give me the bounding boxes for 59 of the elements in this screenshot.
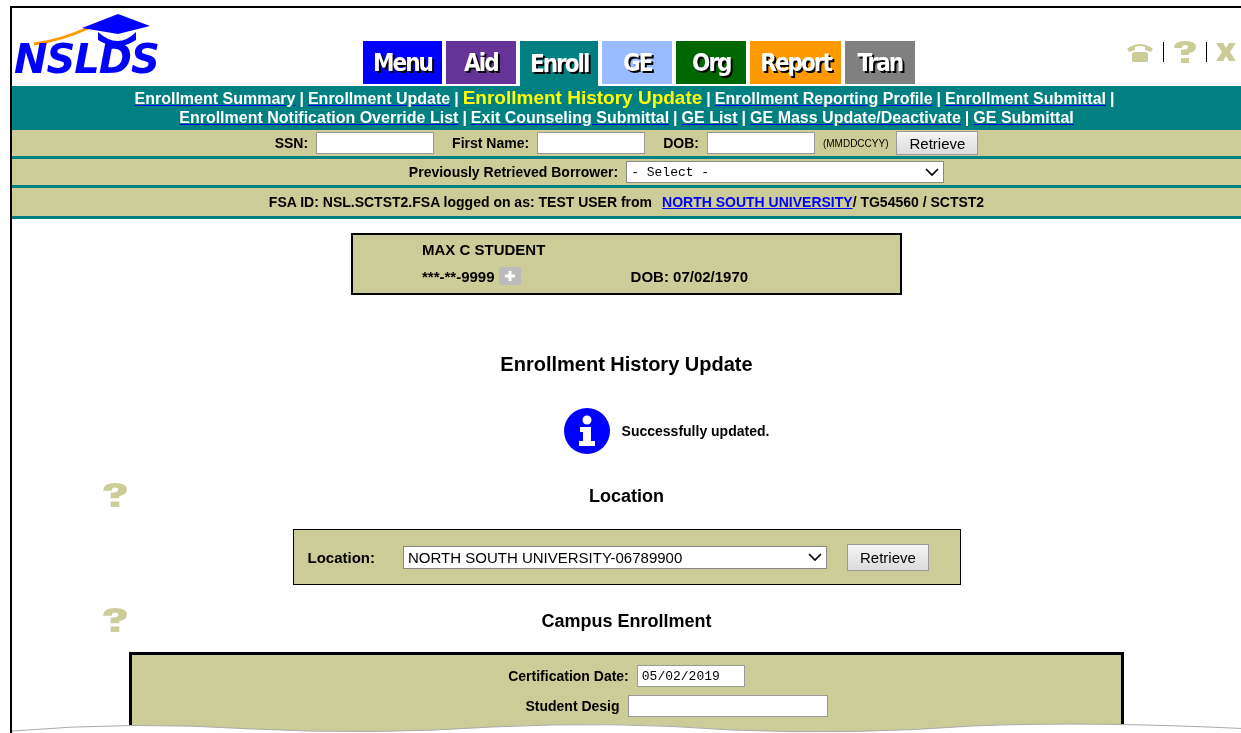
field-label: SSN:: [274, 135, 309, 151]
field-label: Student Desig: [525, 698, 620, 714]
nav-tab[interactable]: Enroll: [519, 41, 599, 86]
field-label: Location:: [307, 548, 375, 566]
separator-text: |: [299, 90, 304, 107]
help-icon[interactable]: [1172, 40, 1198, 64]
first-name-field[interactable]: [537, 132, 646, 154]
school-link[interactable]: NORTH SOUTH UNIVERSITY: [662, 194, 853, 210]
nav-tab[interactable]: Org: [676, 41, 747, 84]
location-select[interactable]: NORTH SOUTH UNIVERSITY-06789900: [403, 545, 827, 569]
student-dob: DOB: 07/02/1970: [630, 267, 749, 285]
logo-text: NSLDS: [14, 36, 159, 82]
nav-link[interactable]: GE Submittal: [973, 109, 1074, 126]
phone-icon[interactable]: [1125, 41, 1155, 63]
separator-text: |: [741, 109, 747, 126]
separator-text: |: [462, 109, 467, 126]
field-label: DOB:: [663, 135, 699, 151]
nav-link[interactable]: Enrollment Submittal: [945, 90, 1106, 107]
success-message: Successfully updated.: [621, 423, 770, 439]
dob-field[interactable]: [706, 132, 815, 154]
login-text: / TG54560 / SCTST2: [852, 194, 985, 210]
retrieve-button[interactable]: Retrieve: [847, 543, 929, 571]
nav-link[interactable]: Enrollment Update: [307, 90, 451, 107]
date-format-hint: (MMDDCCYY): [822, 137, 889, 149]
nav-link[interactable]: Enrollment Reporting Profile: [714, 90, 933, 107]
nav-link[interactable]: Enrollment Summary: [134, 90, 296, 107]
separator-text: |: [936, 90, 942, 107]
retrieve-button[interactable]: Retrieve: [896, 131, 979, 155]
input-field[interactable]: 05/02/2019: [636, 665, 745, 687]
nav-link[interactable]: Enrollment Notification Override List: [179, 109, 459, 126]
section-title: Campus Enrollment: [541, 611, 712, 632]
section-title: Location: [589, 486, 664, 507]
field-label: Previously Retrieved Borrower:: [408, 164, 619, 180]
nav-link[interactable]: Enrollment History Update: [462, 87, 703, 108]
close-icon[interactable]: [1215, 41, 1237, 63]
separator-text: |: [1110, 90, 1115, 107]
borrower-select[interactable]: - Select -: [626, 161, 945, 183]
separator-text: |: [964, 109, 970, 126]
page-title: Enrollment History Update: [500, 353, 753, 376]
input-field[interactable]: [627, 695, 828, 717]
nav-tab[interactable]: Tran: [844, 41, 915, 84]
nav-tab[interactable]: Aid: [445, 41, 516, 84]
separator-text: |: [673, 109, 678, 126]
student-name: MAX C STUDENT: [422, 241, 547, 258]
login-text: FSA ID: NSL.SCTST2.FSA logged on as: TEST USER from: [268, 194, 653, 210]
nav-link[interactable]: Exit Counseling Submittal: [470, 109, 670, 126]
nav-link[interactable]: GE Mass Update/Deactivate: [750, 109, 961, 126]
plus-icon[interactable]: [498, 267, 521, 285]
student-ssn: ***-**-9999: [422, 267, 495, 285]
info-icon: [563, 408, 610, 454]
field-label: Certification Date:: [508, 668, 629, 684]
field-label: First Name:: [452, 135, 530, 151]
separator-text: |: [706, 90, 711, 107]
nav-tab[interactable]: Menu: [363, 41, 442, 84]
ssn-field[interactable]: [316, 132, 435, 154]
chevron-down-icon: [808, 552, 822, 562]
nav-link[interactable]: GE List: [681, 109, 738, 126]
chevron-down-icon: [925, 167, 940, 177]
separator-text: |: [454, 90, 459, 107]
